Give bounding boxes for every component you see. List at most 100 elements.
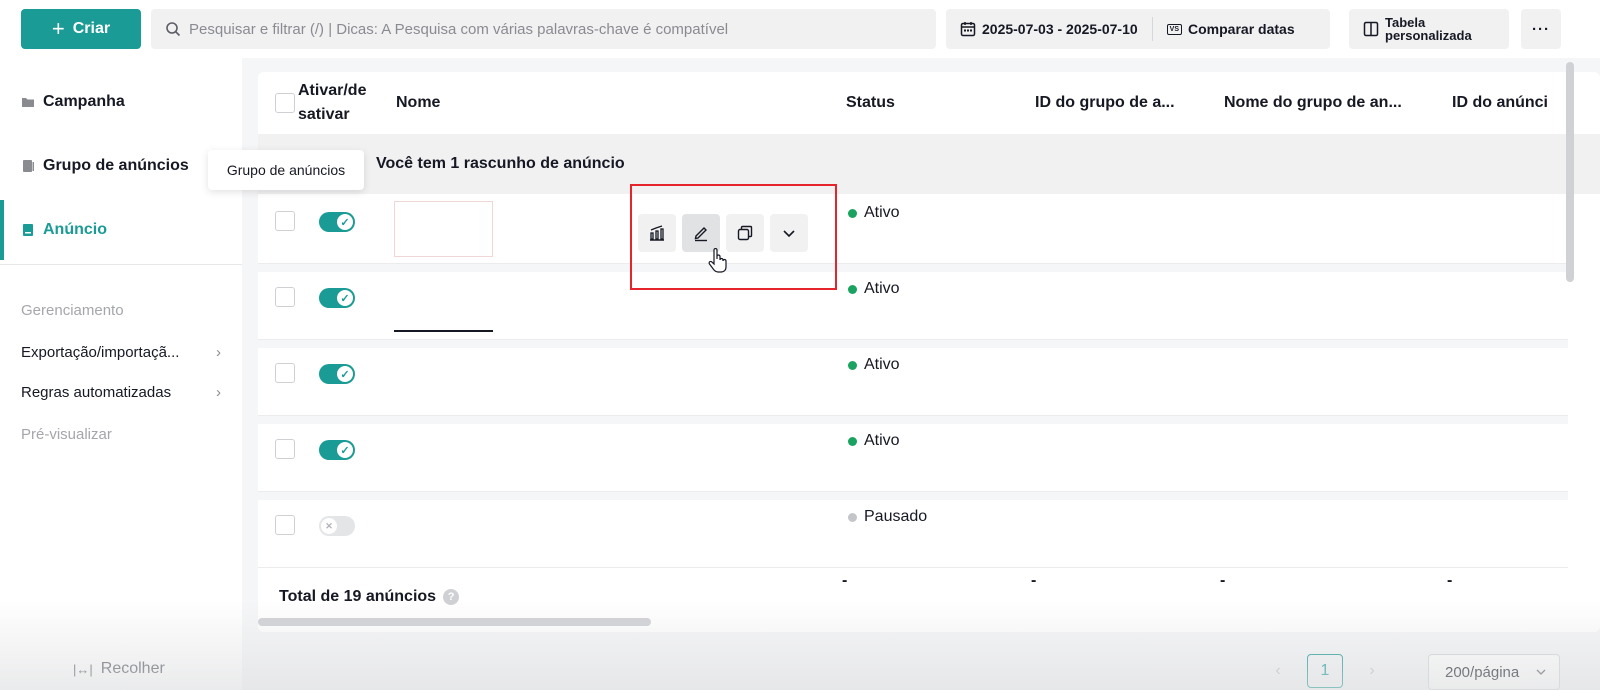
row-gap — [258, 264, 1568, 272]
more-actions-dropdown[interactable] — [770, 214, 808, 252]
sidebar-item-label: Exportação/importaçã... — [21, 344, 180, 361]
status-label: Ativo — [864, 280, 900, 297]
row-gap — [258, 340, 1568, 348]
pagination: ‹ 1 › 200/página — [258, 644, 1600, 690]
divider — [0, 264, 242, 265]
ads-table: Ativar/de sativar Nome Status ID do grup… — [258, 72, 1600, 632]
total-ad-id-dash: - — [1447, 572, 1453, 589]
search-icon — [166, 22, 181, 37]
vertical-scrollbar[interactable] — [1566, 62, 1574, 282]
custom-table-label: Tabela personalizada — [1385, 16, 1472, 42]
row-checkbox[interactable] — [275, 439, 295, 459]
table-row[interactable]: ✓ Ativo — [258, 424, 1568, 492]
ad-toggle[interactable]: ✓ — [319, 288, 355, 308]
create-button[interactable]: + Criar — [21, 9, 141, 49]
sidebar-item-ad-group[interactable]: Grupo de anúncios — [0, 136, 242, 196]
status-cell: Pausado — [848, 508, 927, 526]
status-dot — [848, 284, 857, 294]
more-options-button[interactable]: ··· — [1521, 9, 1561, 49]
table-row[interactable]: ✓ Ativo — [258, 196, 1568, 264]
ad-toggle[interactable]: ✓ — [319, 440, 355, 460]
help-icon[interactable]: ? — [443, 589, 460, 605]
column-header-name[interactable]: Nome — [396, 72, 440, 134]
page-size-select[interactable]: 200/página — [1428, 654, 1560, 690]
sidebar-item-label: Pré-visualizar — [21, 426, 112, 443]
ad-toggle[interactable]: ✓ — [319, 364, 355, 384]
next-page-button[interactable]: › — [1354, 654, 1390, 688]
search-bar[interactable] — [151, 9, 936, 49]
status-label: Ativo — [864, 432, 900, 449]
column-header-ad-group-id[interactable]: ID do grupo de a... — [1035, 72, 1175, 134]
row-checkbox[interactable] — [275, 287, 295, 307]
compare-dates-label: Comparar datas — [1188, 21, 1295, 37]
table-row[interactable]: ✓ Ativo — [258, 272, 1568, 340]
draft-notice-row[interactable]: Você tem 1 rascunho de anúncio — [258, 134, 1600, 194]
sidebar-item-label: Grupo de anúncios — [43, 157, 189, 174]
columns-icon — [1363, 21, 1379, 37]
table-header: Ativar/de sativar Nome Status ID do grup… — [258, 72, 1600, 134]
check-icon: ✓ — [337, 366, 353, 382]
sidebar: Campanha Grupo de anúncios Anúncio Geren… — [0, 58, 242, 690]
date-range-value: 2025-07-03 - 2025-07-10 — [982, 21, 1138, 37]
sidebar-item-campaign[interactable]: Campanha — [0, 72, 242, 132]
ad-group-icon — [23, 160, 34, 172]
plus-icon: + — [51, 16, 65, 41]
sidebar-item-export-import[interactable]: Exportação/importaçã... › — [21, 344, 221, 361]
column-header-toggle-line2: sativar — [298, 106, 350, 123]
ad-thumbnail[interactable] — [394, 201, 493, 257]
table-row[interactable]: ✕ Pausado — [258, 500, 1568, 568]
ad-thumbnail[interactable] — [394, 330, 493, 332]
analytics-button[interactable] — [638, 214, 676, 252]
prev-page-button[interactable]: ‹ — [1260, 654, 1296, 688]
custom-table-button[interactable]: Tabela personalizada — [1349, 9, 1509, 49]
compare-dates-button[interactable]: VS Comparar datas — [1153, 17, 1309, 41]
total-ad-group-name-dash: - — [1220, 572, 1226, 589]
collapse-icon: |↔| — [73, 661, 93, 677]
draft-notice-text: Você tem 1 rascunho de anúncio — [376, 155, 625, 172]
select-all-checkbox[interactable] — [275, 93, 295, 113]
row-gap — [258, 492, 1568, 500]
column-header-status[interactable]: Status — [846, 72, 895, 134]
check-icon: ✓ — [337, 214, 353, 230]
horizontal-scrollbar[interactable] — [258, 618, 651, 626]
total-count: Total de 19 anúncios ? — [279, 588, 460, 606]
status-cell: Ativo — [848, 356, 900, 374]
status-cell: Ativo — [848, 204, 900, 222]
select-all-checkbox-cell — [275, 72, 295, 134]
ad-toggle[interactable]: ✕ — [319, 516, 355, 536]
total-ad-group-id-dash: - — [1031, 572, 1037, 589]
column-header-ad-group-name[interactable]: Nome do grupo de an... — [1224, 72, 1402, 134]
sidebar-item-ad[interactable]: Anúncio — [0, 200, 242, 260]
check-icon: ✓ — [337, 442, 353, 458]
collapse-label: Recolher — [100, 660, 165, 677]
row-checkbox[interactable] — [275, 515, 295, 535]
column-header-ad-id[interactable]: ID do anúnci — [1452, 72, 1548, 134]
create-button-label: Criar — [72, 20, 111, 37]
edit-button[interactable] — [682, 214, 720, 252]
chart-icon — [650, 225, 664, 241]
row-gap — [258, 416, 1568, 424]
sidebar-item-label: Regras automatizadas — [21, 384, 172, 401]
top-toolbar: + Criar 2025-07-03 - 2025-07-10 VS Compa… — [0, 0, 1600, 58]
date-range-picker[interactable]: 2025-07-03 - 2025-07-10 — [946, 17, 1152, 41]
page-1-button[interactable]: 1 — [1307, 654, 1343, 688]
row-checkbox[interactable] — [275, 211, 295, 231]
hand-cursor-icon — [708, 248, 727, 273]
check-icon: ✓ — [337, 290, 353, 306]
status-label: Ativo — [864, 204, 900, 221]
search-input[interactable] — [189, 20, 909, 38]
tooltip: Grupo de anúncios — [208, 150, 364, 190]
column-header-toggle[interactable]: Ativar/de sativar — [298, 72, 366, 134]
sidebar-item-automated-rules[interactable]: Regras automatizadas › — [21, 384, 221, 401]
total-status-dash: - — [842, 572, 848, 589]
collapse-sidebar-button[interactable]: |↔| Recolher — [73, 660, 165, 678]
ad-icon — [23, 224, 33, 236]
row-checkbox[interactable] — [275, 363, 295, 383]
sidebar-item-label: Campanha — [43, 93, 125, 110]
duplicate-button[interactable] — [726, 214, 764, 252]
table-row[interactable]: ✓ Ativo — [258, 348, 1568, 416]
ad-toggle[interactable]: ✓ — [319, 212, 355, 232]
sidebar-item-preview[interactable]: Pré-visualizar — [21, 426, 221, 443]
pencil-icon — [694, 227, 707, 242]
status-dot — [848, 436, 857, 446]
